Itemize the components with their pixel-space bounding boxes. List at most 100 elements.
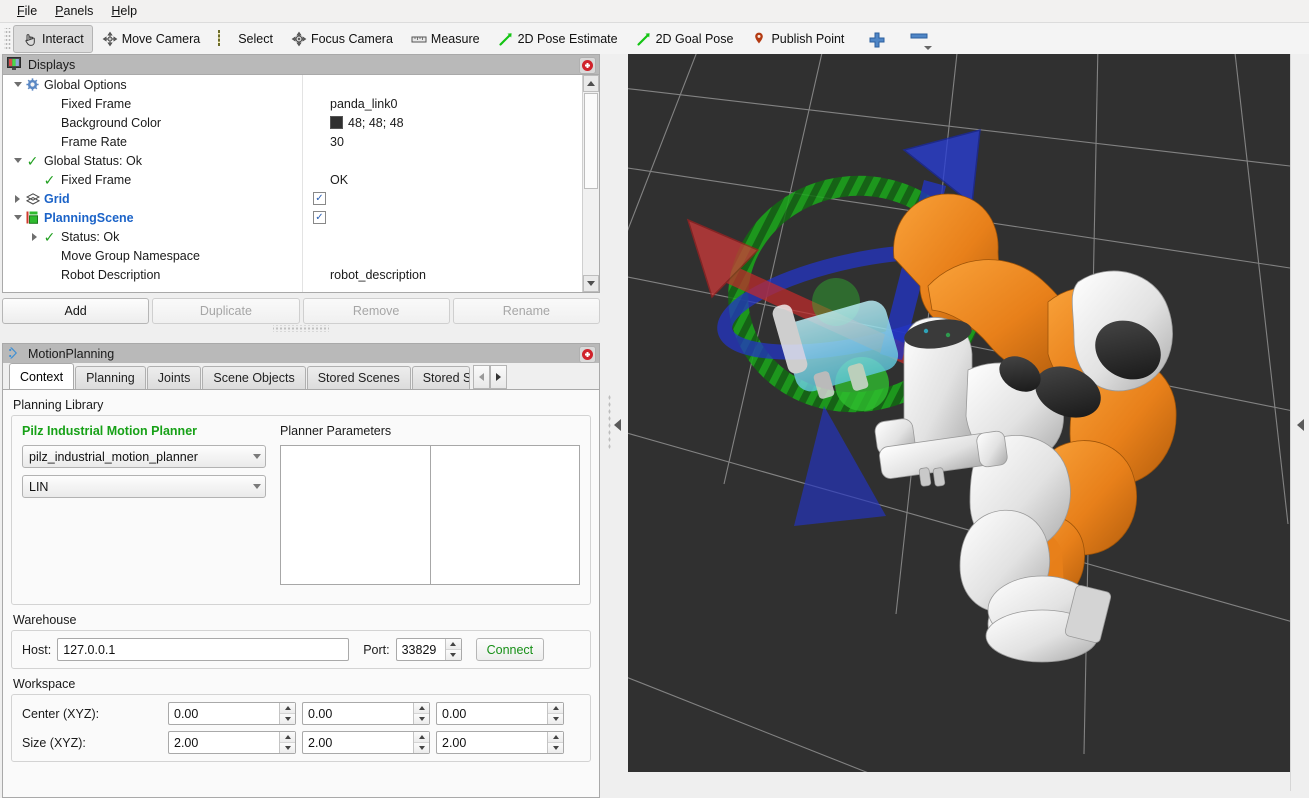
displays-scrollbar[interactable] xyxy=(582,75,599,292)
displays-panel-close-button[interactable] xyxy=(579,57,596,74)
tree-row-value-cell[interactable] xyxy=(311,151,582,170)
display-tree-row[interactable]: ✓Global Status: Ok xyxy=(3,151,582,170)
3d-render-view[interactable] xyxy=(628,54,1290,772)
tree-row-value-cell[interactable] xyxy=(328,246,582,265)
display-tree-row[interactable]: Frame Rate30 xyxy=(3,132,582,151)
chevron-up-icon xyxy=(450,642,456,646)
toolbar-drag-handle[interactable] xyxy=(4,28,11,50)
tab-scroll-left-button xyxy=(473,365,490,389)
display-tree-row[interactable]: ✓Fixed FrameOK xyxy=(3,170,582,189)
port-decrement-button[interactable] xyxy=(446,649,461,660)
chevron-up-icon xyxy=(419,735,425,739)
panel-splitter[interactable] xyxy=(606,54,628,791)
center-x-increment-button[interactable] xyxy=(280,703,295,713)
display-enabled-checkbox[interactable]: ✓ xyxy=(313,211,326,224)
tool-focus-camera[interactable]: Focus Camera xyxy=(282,25,402,53)
tree-expander-open[interactable] xyxy=(11,208,24,227)
tree-row-value-cell[interactable] xyxy=(311,75,582,94)
center-y-increment-button[interactable] xyxy=(414,703,429,713)
size-y-decrement-button[interactable] xyxy=(414,742,429,753)
tab-joints[interactable]: Joints xyxy=(147,366,202,389)
menu-bar: File Panels Help xyxy=(0,0,1309,23)
scrollbar-thumb[interactable] xyxy=(584,93,598,189)
size-y-increment-button[interactable] xyxy=(414,732,429,742)
workspace-center-z-spinbox[interactable]: 0.00 xyxy=(436,702,564,725)
display-tree-row[interactable]: PlanningScene✓ xyxy=(3,208,582,227)
tool-publish-point[interactable]: Publish Point xyxy=(742,25,853,53)
display-enabled-checkbox[interactable]: ✓ xyxy=(313,192,326,205)
tab-scene-objects[interactable]: Scene Objects xyxy=(202,366,305,389)
tab-context[interactable]: Context xyxy=(9,363,74,389)
tree-row-value-cell[interactable] xyxy=(328,227,582,246)
color-swatch[interactable] xyxy=(330,116,343,129)
tool-2d-goal-pose[interactable]: 2D Goal Pose xyxy=(627,25,743,53)
warehouse-host-input[interactable]: 127.0.0.1 xyxy=(57,638,349,661)
workspace-size-y-spinbox[interactable]: 2.00 xyxy=(302,731,430,754)
workspace-center-x-spinbox[interactable]: 0.00 xyxy=(168,702,296,725)
menu-item-help[interactable]: Help xyxy=(102,2,146,20)
display-tree-row[interactable]: Background Color48; 48; 48 xyxy=(3,113,582,132)
size-z-increment-button[interactable] xyxy=(548,732,563,742)
planner-parameters-table[interactable] xyxy=(280,445,580,585)
display-tree-row[interactable]: Global Options xyxy=(3,75,582,94)
collapse-right-arrow-icon[interactable] xyxy=(1297,419,1304,431)
displays-panel-titlebar[interactable]: Displays xyxy=(2,54,600,74)
workspace-center-y-spinbox[interactable]: 0.00 xyxy=(302,702,430,725)
dock-resize-grip[interactable] xyxy=(273,325,329,332)
display-tree-row[interactable]: ✓Status: Ok xyxy=(3,227,582,246)
tab-planning[interactable]: Planning xyxy=(75,366,146,389)
tree-expander-open[interactable] xyxy=(11,75,24,94)
warehouse-port-spinbox[interactable]: 33829 xyxy=(396,638,462,661)
menu-item-file[interactable]: File xyxy=(8,2,46,20)
displays-tree[interactable]: Global OptionsFixed Framepanda_link0Back… xyxy=(3,75,582,292)
motion-planning-close-button[interactable] xyxy=(579,346,596,363)
tool-interact[interactable]: Interact xyxy=(13,25,93,53)
tab-scroll-right-button[interactable] xyxy=(490,365,507,389)
tree-expander-open[interactable] xyxy=(11,151,24,170)
collapse-left-arrow-icon[interactable] xyxy=(614,419,621,431)
center-x-decrement-button[interactable] xyxy=(280,713,295,724)
tree-row-value-cell[interactable]: ✓ xyxy=(311,208,582,227)
tree-row-value-cell[interactable]: OK xyxy=(328,170,582,189)
tool-measure[interactable]: Measure xyxy=(402,25,489,53)
planning-pipeline-select[interactable]: pilz_industrial_motion_planner xyxy=(22,445,266,468)
menu-item-panels[interactable]: Panels xyxy=(46,2,102,20)
center-z-increment-button[interactable] xyxy=(548,703,563,713)
tree-row-value-cell[interactable]: panda_link0 xyxy=(328,94,582,113)
tool-add-panel[interactable] xyxy=(853,25,899,53)
workspace-size-x-spinbox[interactable]: 2.00 xyxy=(168,731,296,754)
port-increment-button[interactable] xyxy=(446,639,461,649)
scroll-up-button[interactable] xyxy=(583,75,599,92)
tab-stored-scenes[interactable]: Stored Scenes xyxy=(307,366,411,389)
right-panel-splitter[interactable] xyxy=(1290,54,1309,791)
tree-spacer xyxy=(28,246,41,265)
center-z-decrement-button[interactable] xyxy=(548,713,563,724)
size-x-decrement-button[interactable] xyxy=(280,742,295,753)
motion-planning-titlebar[interactable]: MotionPlanning xyxy=(2,343,600,363)
chevron-down-icon[interactable] xyxy=(924,46,932,50)
display-tree-row[interactable]: Fixed Framepanda_link0 xyxy=(3,94,582,113)
tree-row-value-cell[interactable]: robot_description xyxy=(328,265,582,284)
add-display-button[interactable]: Add xyxy=(2,298,149,324)
tool-2d-pose-estimate[interactable]: 2D Pose Estimate xyxy=(489,25,627,53)
scroll-down-button[interactable] xyxy=(583,275,599,292)
display-tree-row[interactable]: Move Group Namespace xyxy=(3,246,582,265)
tree-row-value-cell[interactable]: 48; 48; 48 xyxy=(328,113,582,132)
planner-id-select[interactable]: LIN xyxy=(22,475,266,498)
tab-stored-states[interactable]: Stored Sta xyxy=(412,366,470,389)
tree-expander-closed[interactable] xyxy=(11,189,24,208)
workspace-size-z-spinbox[interactable]: 2.00 xyxy=(436,731,564,754)
tool-move-camera[interactable]: Move Camera xyxy=(93,25,210,53)
tree-row-value-cell[interactable]: ✓ xyxy=(311,189,582,208)
tree-row-value-cell[interactable]: 30 xyxy=(328,132,582,151)
warehouse-connect-button[interactable]: Connect xyxy=(476,638,545,661)
display-tree-row[interactable]: Robot Descriptionrobot_description xyxy=(3,265,582,284)
display-tree-row[interactable]: Grid✓ xyxy=(3,189,582,208)
tool-select[interactable]: Select xyxy=(209,25,282,53)
size-x-increment-button[interactable] xyxy=(280,732,295,742)
tree-expander-closed[interactable] xyxy=(28,227,41,246)
center-y-decrement-button[interactable] xyxy=(414,713,429,724)
size-z-decrement-button[interactable] xyxy=(548,742,563,753)
tool-remove-panel[interactable] xyxy=(899,25,937,53)
chevron-down-icon xyxy=(553,717,559,721)
